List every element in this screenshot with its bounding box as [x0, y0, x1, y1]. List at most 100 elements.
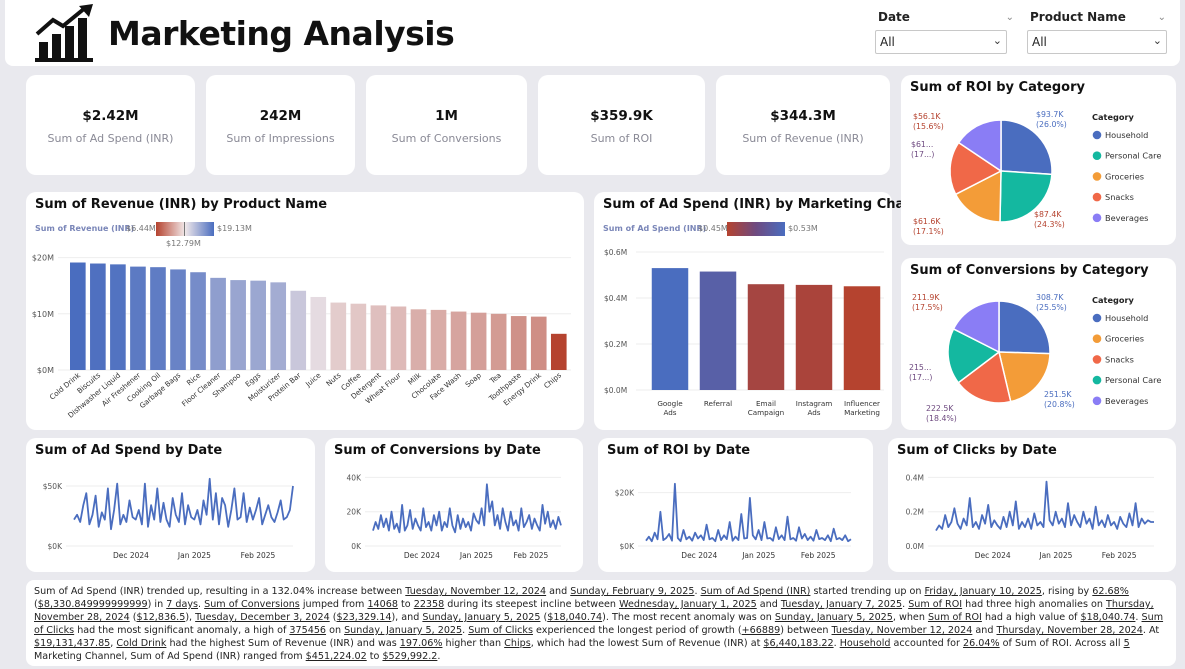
narrative-highlight: Sum of ROI — [927, 612, 982, 623]
kpi-card-impressions[interactable]: 242M Sum of Impressions — [206, 75, 355, 175]
bar — [290, 290, 307, 370]
legend-item: Snacks — [1105, 192, 1134, 202]
narrative-text: had three high anomalies on — [962, 599, 1106, 610]
slice-label: $61.6K — [913, 217, 941, 226]
x-tick-label: Feb 2025 — [514, 551, 549, 560]
x-tick-label: Campaign — [748, 408, 785, 417]
slice-label: $93.7K — [1036, 110, 1064, 119]
legend-marker — [1092, 192, 1102, 202]
slice-label: (25.5%) — [1036, 303, 1067, 312]
narrative-highlight: Tuesday, January 7, 2025 — [780, 599, 903, 610]
narrative-highlight: Cold Drink — [116, 638, 167, 649]
clicks-by-date-chart[interactable]: Sum of Clicks by Date 0.4M 0.2M 0.0M Dec 20… — [888, 438, 1176, 572]
smart-narrative: Sum of Ad Spend (INR) trended up, result… — [26, 580, 1176, 666]
clicks-line-plot: 0.4M 0.2M 0.0M Dec 2024 Jan 2025 Feb 2025 — [906, 473, 1154, 560]
chevron-down-icon[interactable]: ⌄ — [1158, 12, 1166, 23]
roi-by-date-chart[interactable]: Sum of ROI by Date $20K $0K Dec 2024 Jan 20… — [598, 438, 873, 572]
y-tick-label: $0.4M — [604, 294, 627, 303]
legend-title: Category — [1092, 295, 1135, 305]
narrative-text: on — [326, 625, 345, 636]
narrative-highlight: Household — [839, 638, 891, 649]
conversions-by-category-chart[interactable]: Sum of Conversions by Category 308.7K (25… — [901, 258, 1176, 430]
bar — [250, 280, 266, 370]
bar — [130, 266, 146, 370]
bar — [210, 277, 226, 370]
narrative-highlight: 5 — [1123, 638, 1130, 649]
narrative-highlight: 22358 — [413, 599, 445, 610]
series-line — [935, 480, 1154, 532]
slice-label: 251.5K — [1044, 390, 1072, 399]
y-tick-label: $0K — [620, 542, 636, 551]
narrative-highlight: Sum of Conversions — [204, 599, 300, 610]
y-tick-label: 0.0M — [906, 542, 924, 551]
narrative-highlight: 197.06% — [399, 638, 443, 649]
kpi-card-conversions[interactable]: 1M Sum of Conversions — [366, 75, 527, 175]
ad-spend-by-date-chart[interactable]: Sum of Ad Spend by Date $50K $0K Dec 2024 J… — [26, 438, 315, 572]
revenue-by-product-chart[interactable]: Sum of Revenue (INR) by Product Name Sum… — [26, 192, 584, 430]
ad-spend-by-channel-chart[interactable]: Sum of Ad Spend (INR) by Marketing Chann… — [594, 192, 936, 430]
bar — [510, 316, 527, 370]
narrative-highlight: Sunday, January 5, 2025 — [774, 612, 893, 623]
narrative-text: higher than — [442, 638, 505, 649]
x-tick-label: Jan 2025 — [177, 551, 211, 560]
narrative-highlight: Tuesday, November 12, 2024 — [405, 586, 547, 597]
x-tick-label: Jan 2025 — [741, 551, 775, 560]
kpi-label: Sum of Impressions — [226, 132, 335, 145]
narrative-highlight: Friday, January 10, 2025 — [924, 586, 1042, 597]
x-tick-label: Dec 2024 — [975, 551, 1011, 560]
narrative-text: and — [756, 599, 781, 610]
legend-item: Household — [1105, 313, 1148, 323]
narrative-highlight: Sunday, February 9, 2025 — [570, 586, 695, 597]
ad-spend-line-plot: $50K $0K Dec 2024 Jan 2025 Feb 2025 — [43, 477, 294, 560]
y-tick-label: 0.2M — [906, 508, 924, 517]
kpi-card-revenue[interactable]: $344.3M Sum of Revenue (INR) — [716, 75, 890, 175]
bar — [410, 309, 427, 370]
bar — [530, 316, 547, 370]
narrative-text: during its steepest incline between — [444, 599, 620, 610]
legend-marker — [1092, 355, 1102, 364]
narrative-highlight: Tuesday, November 12, 2024 — [831, 625, 973, 636]
narrative-highlight: 7 days — [166, 599, 199, 610]
legend-marker — [1092, 313, 1102, 323]
bar — [550, 333, 567, 370]
kpi-card-roi[interactable]: $359.9K Sum of ROI — [538, 75, 705, 175]
roi-by-category-chart[interactable]: Sum of ROI by Category $93.7K (26.0%) $87.… — [901, 75, 1176, 245]
chevron-down-icon[interactable]: ⌄ — [1006, 12, 1014, 23]
y-tick-label: 0.4M — [906, 473, 924, 482]
narrative-highlight: 14068 — [367, 599, 398, 610]
conversions-by-date-chart[interactable]: Sum of Conversions by Date 40K 20K 0K Dec 2… — [325, 438, 583, 572]
product-name-slicer-dropdown[interactable]: All ⌄ — [1027, 30, 1167, 54]
x-tick-label: Jan 2025 — [1038, 551, 1072, 560]
slice-label: (24.3%) — [1034, 220, 1065, 229]
date-slicer[interactable]: Date ⌄ All ⌄ — [875, 10, 1017, 54]
bar — [90, 263, 106, 370]
slice-label: 211.9K — [912, 293, 940, 302]
narrative-highlight: Sunday, January 5, 2025 — [422, 612, 541, 623]
date-slicer-dropdown[interactable]: All ⌄ — [875, 30, 1007, 54]
bar — [230, 280, 246, 370]
x-tick-label: Feb 2025 — [1102, 551, 1137, 560]
bar — [70, 262, 86, 370]
bar — [843, 286, 881, 390]
legend-marker — [1092, 334, 1102, 343]
narrative-text: , when — [892, 612, 928, 623]
narrative-highlight: Thursday, November 28, 2024 — [996, 625, 1143, 636]
narrative-text: . At — [1142, 625, 1160, 636]
x-tick-label: Dec 2024 — [113, 551, 149, 560]
x-tick-label: Instagram — [796, 399, 833, 408]
narrative-highlight: +66889 — [741, 625, 781, 636]
narrative-highlight: Sum of ROI — [908, 599, 963, 610]
x-tick-label: Soap — [463, 370, 483, 389]
narrative-text: had the highest Sum of Revenue (INR) and… — [166, 638, 400, 649]
product-name-slicer[interactable]: Product Name ⌄ All ⌄ — [1027, 10, 1169, 54]
product-name-slicer-label: Product Name — [1030, 10, 1126, 24]
chevron-down-icon: ⌄ — [1152, 34, 1162, 47]
y-tick-label: 0K — [351, 542, 362, 551]
slice-label: (17...) — [911, 150, 934, 159]
narrative-text: started trending up on — [810, 586, 925, 597]
narrative-highlight: 62.68% — [1092, 586, 1129, 597]
x-tick-label: Juice — [303, 370, 323, 389]
narrative-highlight: Tuesday, December 3, 2024 — [195, 612, 330, 623]
kpi-card-ad-spend[interactable]: $2.42M Sum of Ad Spend (INR) — [26, 75, 195, 175]
kpi-label: Sum of Conversions — [391, 132, 502, 145]
